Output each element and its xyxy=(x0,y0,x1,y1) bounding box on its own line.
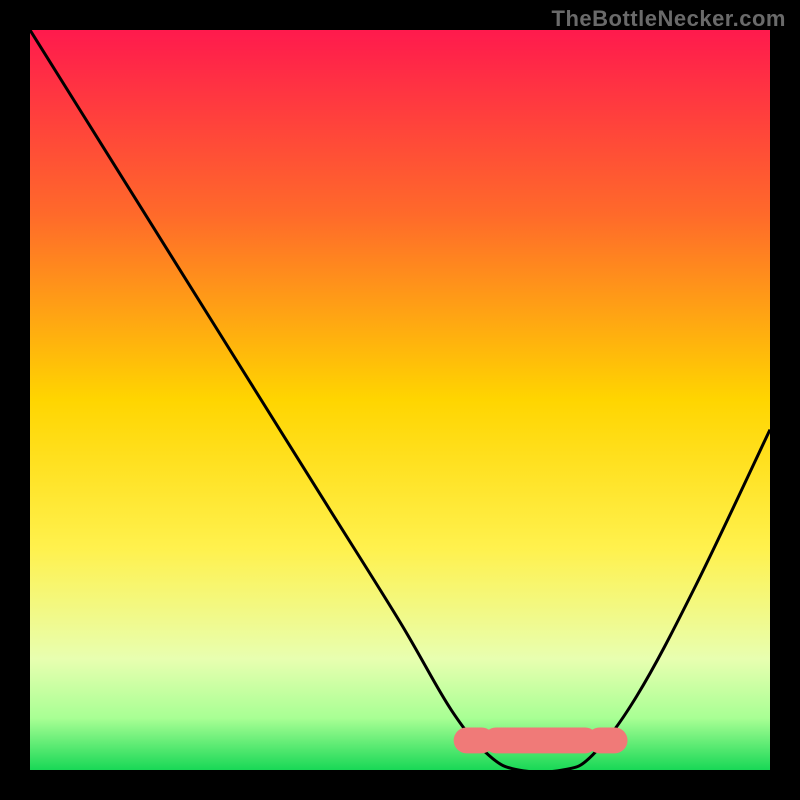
watermark-label: TheBottleNecker.com xyxy=(552,6,786,32)
chart-stage: TheBottleNecker.com xyxy=(0,0,800,800)
bottleneck-chart xyxy=(0,0,800,800)
